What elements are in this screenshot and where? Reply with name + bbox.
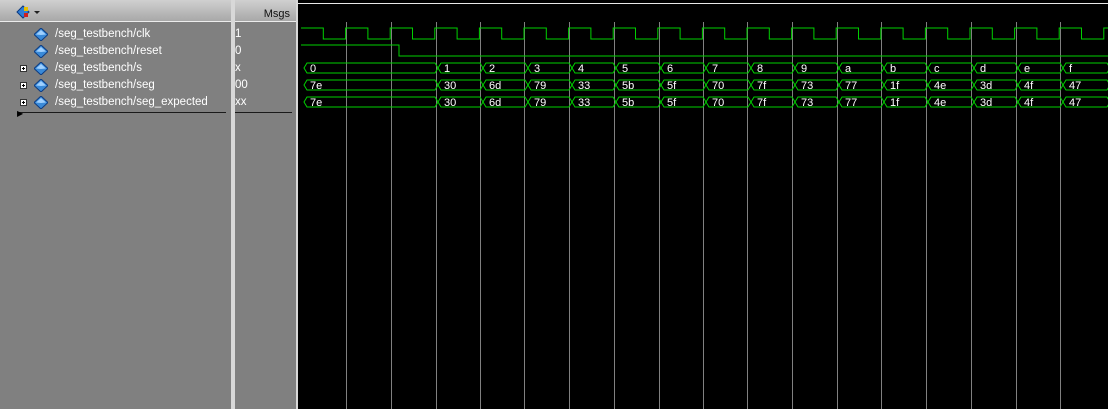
bus-value-label: 7e — [310, 80, 322, 92]
bus-value-label: 33 — [578, 97, 590, 109]
bus-value-label: 5 — [622, 63, 628, 75]
signal-name[interactable]: /seg_testbench/seg — [55, 77, 155, 94]
signal-diamond-icon — [34, 62, 48, 75]
bus-value-label: 70 — [712, 97, 724, 109]
bus-segment — [303, 96, 439, 108]
signal-row[interactable]: /seg_testbench/seg — [0, 77, 231, 94]
bus-value-label: 30 — [444, 97, 456, 109]
bus-value-label: 7f — [757, 97, 767, 109]
expand-icon[interactable] — [20, 82, 27, 89]
signal-name[interactable]: /seg_testbench/s — [55, 60, 142, 77]
bus-value-label: 33 — [578, 80, 590, 92]
bus-value-label: 3d — [980, 80, 992, 92]
bus-value-label: 1f — [890, 97, 900, 109]
bus-value-label: 8 — [757, 63, 763, 75]
signal-value: x — [235, 62, 241, 74]
waveform-canvas[interactable]: 0 1 2 3 4 5 6 7 8 9 a b c d e f7e 30 6d 79 33 5b 5f 70 7f 73 77 1f… — [298, 22, 1108, 409]
bus-value-label: d — [980, 63, 986, 75]
signal-row[interactable]: /seg_testbench/s — [0, 60, 231, 77]
bus-value-label: 1 — [444, 63, 450, 75]
bus-value-label: 47 — [1069, 97, 1081, 109]
bus-value-label: e — [1024, 63, 1030, 75]
bus-value-label: 5b — [622, 97, 634, 109]
bus-value-label: 5b — [622, 80, 634, 92]
signal-value: 00 — [235, 79, 248, 91]
bus-value-label: 77 — [845, 97, 857, 109]
bus-value-label: 4f — [1024, 80, 1034, 92]
bus-value-label: 70 — [712, 80, 724, 92]
bus-value-label: 4e — [934, 80, 946, 92]
expand-icon[interactable] — [20, 65, 27, 72]
signal-names-pane: /seg_testbench/clk/seg_testbench/reset/s… — [0, 0, 231, 409]
signal-value: 0 — [235, 45, 242, 57]
bus-value-label: c — [934, 63, 940, 75]
signal-value: xx — [235, 96, 247, 108]
bus-value-label: 4f — [1024, 97, 1034, 109]
bus-value-label: 79 — [534, 80, 546, 92]
wave-header-line — [298, 3, 1108, 4]
bus-value-label: 9 — [801, 63, 807, 75]
signal-diamond-icon — [34, 45, 48, 58]
waveform-area[interactable]: 0 1 2 3 4 5 6 7 8 9 a b c d e f 7e 30 6d 79 33 5b 5f 70 7f 73 77 1f… — [298, 22, 1108, 409]
bus-value-label: 5f — [667, 80, 677, 92]
bus-value-label: 4e — [934, 97, 946, 109]
signal-name[interactable]: /seg_testbench/reset — [55, 43, 162, 60]
bus-value-label: 4 — [578, 63, 584, 75]
wave-select-icon[interactable] — [14, 4, 44, 20]
bus-value-label: 6d — [489, 97, 501, 109]
bus-value-label: 2 — [489, 63, 495, 75]
reset-wave — [301, 44, 1108, 57]
bus-value-label: 0 — [310, 63, 316, 75]
bus-value-label: 7f — [757, 80, 767, 92]
expand-icon[interactable] — [20, 99, 27, 106]
bus-value-label: 6d — [489, 80, 501, 92]
signal-diamond-icon — [34, 96, 48, 109]
bus-value-label: 3 — [534, 63, 540, 75]
bus-segment — [303, 79, 439, 91]
bus-value-label: 3d — [980, 97, 992, 109]
bus-value-label: 5f — [667, 97, 677, 109]
signal-diamond-icon — [34, 79, 48, 92]
bus-value-label: 73 — [801, 80, 813, 92]
row-separator — [18, 112, 226, 113]
signal-diamond-icon — [34, 28, 48, 41]
names-header — [0, 0, 231, 22]
row-separator — [235, 112, 292, 113]
bus-value-label: 77 — [845, 80, 857, 92]
signal-row[interactable]: /seg_testbench/seg_expected — [0, 94, 231, 111]
msgs-column-header: Msgs — [263, 8, 290, 20]
bus-value-label: 73 — [801, 97, 813, 109]
bus-value-label: b — [890, 63, 896, 75]
signal-row[interactable]: /seg_testbench/reset — [0, 43, 231, 60]
bus-value-label: 1f — [890, 80, 900, 92]
signal-row[interactable]: /seg_testbench/clk — [0, 26, 231, 43]
signal-name[interactable]: /seg_testbench/seg_expected — [55, 94, 208, 111]
bus-value-label: 6 — [667, 63, 673, 75]
bus-value-label: 47 — [1069, 80, 1081, 92]
bus-value-label: a — [845, 63, 852, 75]
bus-value-label: 7e — [310, 97, 322, 109]
signal-name[interactable]: /seg_testbench/clk — [55, 26, 150, 43]
clk-wave — [301, 27, 1108, 40]
signal-value: 1 — [235, 28, 242, 40]
insert-marker-icon: ▶ — [17, 109, 24, 118]
signal-values-pane: Msgs 1 0 x 00 xx — [235, 0, 296, 409]
bus-segment — [303, 62, 439, 74]
values-header: Msgs — [235, 0, 296, 22]
bus-value-label: 7 — [712, 63, 718, 75]
bus-value-label: 30 — [444, 80, 456, 92]
wave-header — [298, 0, 1108, 22]
bus-value-label: 79 — [534, 97, 546, 109]
